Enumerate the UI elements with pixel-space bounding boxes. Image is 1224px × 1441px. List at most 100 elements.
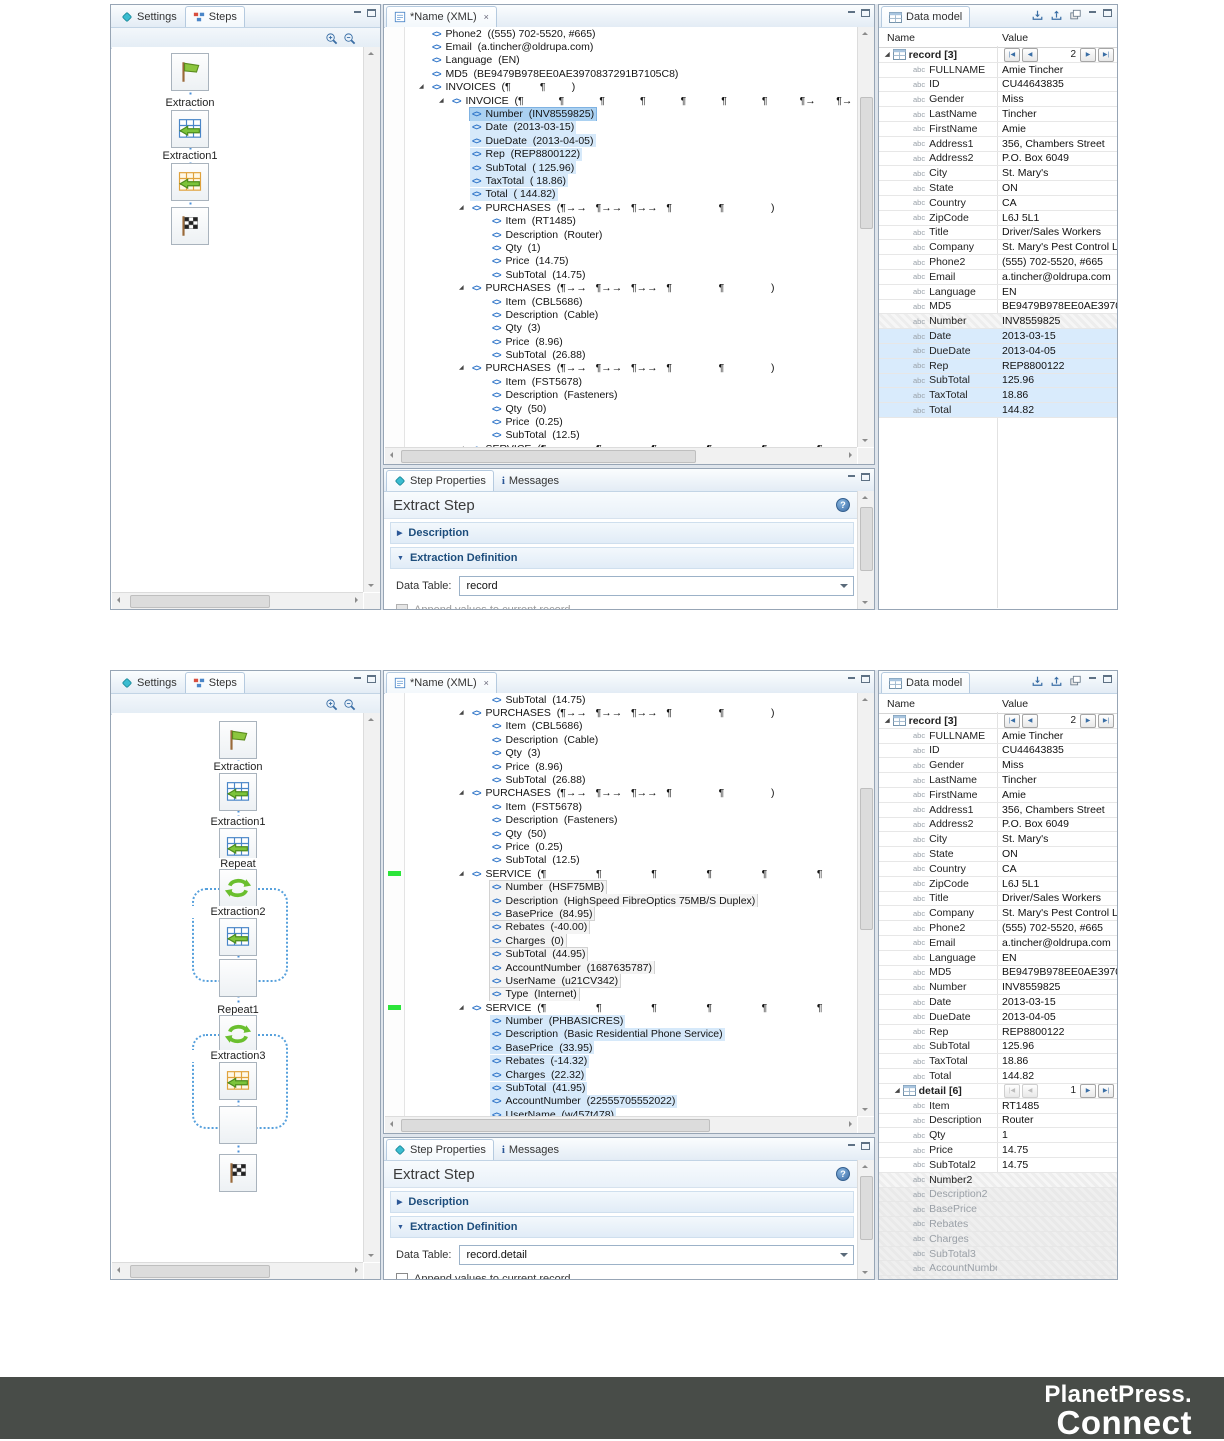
tab-settings[interactable]: Settings xyxy=(113,6,185,27)
workflow-horizontal-scrollbar[interactable] xyxy=(112,1262,363,1279)
tree-expand-icon[interactable]: ◢ xyxy=(439,96,450,106)
workflow-step-extraction[interactable] xyxy=(219,1062,257,1100)
maximize-icon[interactable] xyxy=(861,9,870,17)
tree-expand-icon[interactable]: ◢ xyxy=(459,1003,470,1013)
xml-tree-row[interactable]: <> Phone2 ((555) 702-5520, #665) xyxy=(385,27,857,40)
xml-tree-row[interactable]: ◢ <> PURCHASES (¶→→ ¶→→ ¶→→ ¶ ¶ ) xyxy=(385,281,857,294)
xml-tree-row[interactable]: <> Language (EN) xyxy=(385,54,857,67)
data-model-row[interactable]: abc Number INV8559825 xyxy=(879,980,1117,996)
data-model-row[interactable]: abc Charges xyxy=(879,1231,1117,1247)
export-data-model-icon[interactable] xyxy=(1050,9,1063,21)
data-model-row[interactable]: abc Phone2 (555) 702-5520, #665 xyxy=(879,921,1117,936)
data-model-row[interactable]: abc FULLNAME Amie Tincher xyxy=(879,63,1117,78)
data-model-row[interactable]: abc Language EN xyxy=(879,951,1117,966)
data-model-row[interactable]: abc Email a.tincher@oldrupa.com xyxy=(879,936,1117,951)
tab-data-model[interactable]: Data model xyxy=(881,672,971,693)
data-model-row[interactable]: abc Company St. Mary's Pest Control Ltd xyxy=(879,906,1117,922)
xml-tree-row[interactable]: <> Price (8.96) xyxy=(385,335,857,348)
nav-last-button[interactable]: ▶| xyxy=(1098,1083,1114,1098)
workflow-vertical-scrollbar[interactable] xyxy=(363,47,380,592)
xml-tree-row[interactable]: <> SubTotal (41.95) xyxy=(385,1081,857,1095)
xml-tree-row[interactable]: <> Rebates (-40.00) xyxy=(385,920,857,935)
xml-tree-row[interactable]: <> Charges (0) xyxy=(385,934,857,948)
xml-tree-row[interactable]: ◢ <> INVOICES (¶ ¶ ) xyxy=(385,81,857,94)
xml-tree-row[interactable]: ◢ <> PURCHASES (¶→→ ¶→→ ¶→→ ¶ ¶ ) xyxy=(385,362,857,375)
workflow-start-flag[interactable] xyxy=(219,721,257,759)
data-model-row[interactable]: abc Total 144.82 xyxy=(879,403,1117,418)
maximize-icon[interactable] xyxy=(367,675,376,683)
tab-data-model[interactable]: Data model xyxy=(881,6,971,27)
xml-tree-row[interactable]: <> Item (FST5678) xyxy=(385,375,857,388)
help-icon[interactable]: ? xyxy=(836,498,850,512)
nav-first-button[interactable]: |◀ xyxy=(1004,713,1020,728)
xml-tree-row[interactable]: ◢ <> PURCHASES (¶→→ ¶→→ ¶→→ ¶ ¶ ) xyxy=(385,787,857,800)
nav-next-button[interactable]: ▶ xyxy=(1080,47,1096,62)
data-model-row[interactable]: abc FULLNAME Amie Tincher xyxy=(879,729,1117,744)
xml-tree[interactable]: <> SubTotal (14.75) ◢ <> PURCHASES (¶→→ ¶→→ … xyxy=(385,693,857,1116)
data-model-row[interactable]: abc Address1 356, Chambers Street xyxy=(879,137,1117,152)
nav-next-button[interactable]: ▶ xyxy=(1080,713,1096,728)
xml-tree-row[interactable]: <> Charges (22.32) xyxy=(385,1068,857,1082)
data-model-row[interactable]: abc Address1 356, Chambers Street xyxy=(879,803,1117,818)
xml-tree-row[interactable]: <> SubTotal ( 125.96) xyxy=(385,161,857,175)
minimize-icon[interactable] xyxy=(353,675,362,683)
xml-tree-row[interactable]: <> Qty (3) xyxy=(385,747,857,760)
workflow-horizontal-scrollbar[interactable] xyxy=(112,592,363,609)
workflow-step-extraction[interactable] xyxy=(219,918,257,956)
xml-tree-row[interactable]: <> SubTotal (14.75) xyxy=(385,693,857,706)
data-model-row[interactable]: abc Date 2013-03-15 xyxy=(879,329,1117,344)
xml-tree-row[interactable]: <> Item (CBL5686) xyxy=(385,720,857,733)
data-model-row[interactable]: abc Date 2013-03-15 xyxy=(879,995,1117,1010)
maximize-icon[interactable] xyxy=(861,1142,870,1150)
xml-tree-row[interactable]: <> Item (RT1485) xyxy=(385,214,857,227)
xml-tree-row[interactable]: <> Description (Router) xyxy=(385,228,857,241)
data-model-table[interactable]: ◢ record [3] |◀ ◀ 2 ▶ ▶| abc FULLNAME Amie Tinche… xyxy=(879,713,1117,1279)
tab-messages[interactable]: i Messages xyxy=(494,1139,567,1160)
data-model-row[interactable]: abc Total 144.82 xyxy=(879,1069,1117,1084)
tree-expand-icon[interactable]: ◢ xyxy=(419,82,430,92)
xml-tree-row[interactable]: <> Total ( 144.82) xyxy=(385,187,857,201)
data-model-row[interactable]: abc Price 14.75 xyxy=(879,1143,1117,1158)
minimize-icon[interactable] xyxy=(847,1142,856,1150)
append-values-checkbox[interactable] xyxy=(396,1273,408,1279)
xml-tree-row[interactable]: <> Description (Cable) xyxy=(385,733,857,746)
xml-tree-row[interactable]: <> Date (2013-03-15) xyxy=(385,120,857,134)
xml-tree-row[interactable]: ◢ <> INVOICE (¶ ¶ ¶ ¶ ¶ ¶ ¶ ¶→ ¶→ xyxy=(385,94,857,107)
xml-tree-row[interactable]: <> Qty (3) xyxy=(385,322,857,335)
data-model-row[interactable]: abc SubTotal2 14.75 xyxy=(879,1158,1117,1173)
data-model-group-row[interactable]: ◢ detail [6] |◀ ◀ 1 ▶ ▶| xyxy=(879,1083,1117,1099)
tab-xml-document[interactable]: *Name (XML) × xyxy=(386,672,497,693)
xml-tree-row[interactable]: <> Description (Fasteners) xyxy=(385,814,857,827)
tab-settings[interactable]: Settings xyxy=(113,672,185,693)
data-model-row[interactable]: abc Phone2 (555) 702-5520, #665 xyxy=(879,255,1117,270)
xml-tree-row[interactable]: <> Description (HighSpeed FibreOptics 75M… xyxy=(385,893,857,908)
data-model-row[interactable]: abc TaxTotal 18.86 xyxy=(879,1054,1117,1070)
tree-expand-icon[interactable]: ◢ xyxy=(895,1087,900,1094)
nav-previous-button[interactable]: ◀ xyxy=(1022,1083,1038,1098)
data-model-row[interactable]: abc Rep REP8800122 xyxy=(879,1025,1117,1040)
data-model-row[interactable]: abc DueDate 2013-04-05 xyxy=(879,343,1117,359)
export-data-model-icon[interactable] xyxy=(1050,675,1063,687)
synchronize-model-icon[interactable] xyxy=(1069,675,1082,687)
data-model-row[interactable]: abc Gender Miss xyxy=(879,758,1117,774)
xml-tree-row[interactable]: <> Qty (1) xyxy=(385,241,857,254)
tree-expand-icon[interactable]: ◢ xyxy=(459,363,470,373)
xml-tree-row[interactable]: ◢<> SERVICE (¶ ¶ ¶ ¶ ¶ ¶ ¶ xyxy=(385,867,857,880)
help-icon[interactable]: ? xyxy=(836,1167,850,1181)
xml-tree-row[interactable]: <> Description (Cable) xyxy=(385,308,857,321)
tree-expand-icon[interactable]: ◢ xyxy=(459,788,470,798)
data-model-row[interactable]: abc DueDate 2013-04-05 xyxy=(879,1010,1117,1025)
xml-tree-row[interactable]: <> Type (Internet) xyxy=(385,987,857,1001)
xml-tree-row[interactable]: <> SubTotal (26.88) xyxy=(385,773,857,786)
tree-expand-icon[interactable]: ◢ xyxy=(459,869,470,879)
minimize-icon[interactable] xyxy=(847,473,856,481)
data-model-row[interactable]: abc Item RT1485 xyxy=(879,1099,1117,1114)
xml-tree-row[interactable]: <> TaxTotal ( 18.86) xyxy=(385,174,857,188)
nav-previous-button[interactable]: ◀ xyxy=(1022,47,1038,62)
workflow-end-flag[interactable] xyxy=(219,1154,257,1192)
xml-tree-row[interactable]: <> Price (0.25) xyxy=(385,415,857,428)
xml-tree-row[interactable]: <> Number (HSF75MB) xyxy=(385,880,857,894)
data-model-row[interactable]: abc Description Router xyxy=(879,1114,1117,1129)
tree-expand-icon[interactable]: ◢ xyxy=(885,717,890,724)
data-model-row[interactable]: abc SubTotal 125.96 xyxy=(879,1040,1117,1055)
